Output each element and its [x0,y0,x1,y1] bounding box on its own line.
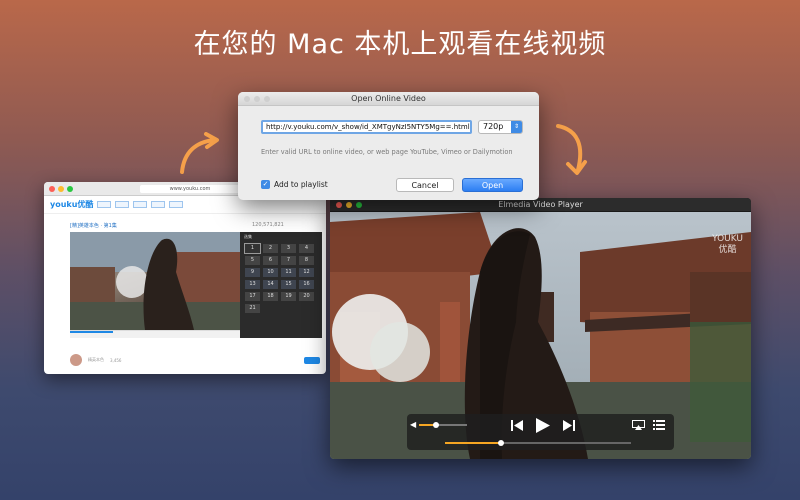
episode-cell[interactable]: 21 [245,304,260,313]
embedded-progress[interactable] [70,331,113,333]
minimize-button[interactable] [346,202,352,208]
headline: 在您的 Mac 本机上观看在线视频 [193,29,607,60]
episode-cell[interactable]: 4 [299,244,314,253]
view-count: 120,571,821 [252,222,284,228]
watermark-line2: 优酷 [718,245,737,255]
embedded-video[interactable] [70,232,240,330]
episode-cell[interactable]: 16 [299,280,314,289]
close-button[interactable] [336,202,342,208]
playback-hud: ◀ [407,414,674,450]
player-titlebar: Elmedia Video Player [330,198,751,212]
video-frame [70,232,240,330]
nav-tab[interactable] [115,201,130,208]
open-online-video-dialog: Open Online Video http://v.youku.com/v_s… [238,92,539,200]
watermark-line1: YOUKU [712,234,743,244]
address-bar[interactable]: www.youku.com [140,185,240,193]
quality-value: 720p [483,122,504,131]
dialog-titlebar: Open Online Video [238,92,539,106]
embedded-video-controls[interactable] [70,330,240,338]
add-to-playlist-label: Add to playlist [274,180,328,189]
episode-cell[interactable]: 19 [281,292,296,301]
episode-cell[interactable]: 10 [263,268,278,277]
cancel-button[interactable]: Cancel [396,178,454,192]
browser-window: www.youku.com youku优酷 [精]英雄本色 · 第1集 120,… [44,182,326,374]
episode-cell[interactable]: 1 [244,243,261,254]
episode-cell[interactable]: 11 [281,268,296,277]
fast-forward-icon[interactable] [563,420,575,431]
episode-cell[interactable]: 18 [263,292,278,301]
volume-icon[interactable]: ◀ [410,420,416,430]
seek-knob[interactable] [497,440,504,446]
volume-knob[interactable] [432,422,439,428]
episode-cell[interactable]: 15 [281,280,296,289]
playlist-icon[interactable] [653,420,665,430]
chevron-updown-icon: ⇕ [511,121,522,133]
episode-cell[interactable]: 3 [281,244,296,253]
follower-count: 3,456 [110,357,122,363]
zoom-button[interactable] [356,202,362,208]
episode-cell[interactable]: 5 [245,256,260,265]
nav-tab[interactable] [151,201,166,208]
open-button[interactable]: Open [462,178,523,192]
zoom-button[interactable] [264,96,270,102]
seek-fill [445,442,501,444]
episode-panel: 选集 1 2 3 4 5 6 7 8 9 10 11 12 13 14 15 16 17 18 19 20 21 [240,232,322,338]
avatar[interactable] [70,354,82,366]
curved-arrow-right-icon [556,124,587,175]
close-button[interactable] [244,96,250,102]
youku-watermark: YOUKU 优酷 [712,234,743,256]
checkmark-icon: ✓ [261,180,270,189]
play-icon[interactable] [536,418,550,433]
nav-tab[interactable] [133,201,148,208]
minimize-button[interactable] [254,96,260,102]
uploader-name[interactable]: 精英本色 [88,357,104,363]
nav-tab[interactable] [169,201,184,208]
episode-cell[interactable]: 14 [263,280,278,289]
nav-tab[interactable] [97,201,112,208]
episode-cell[interactable]: 6 [263,256,278,265]
episode-cell[interactable]: 2 [263,244,278,253]
quality-select[interactable]: 720p ⇕ [478,120,523,134]
site-logo[interactable]: youku优酷 [50,199,93,210]
episode-cell[interactable]: 17 [245,292,260,301]
episode-cell[interactable]: 13 [245,280,260,289]
url-input[interactable]: http://v.youku.com/v_show/id_XMTgyNzI5NT… [261,120,472,134]
url-hint: Enter valid URL to online video, or web … [261,148,513,156]
zoom-button[interactable] [67,185,73,192]
video-frame[interactable]: YOUKU 优酷 ◀ [330,212,751,459]
minimize-button[interactable] [58,185,64,192]
episode-cell[interactable]: 12 [299,268,314,277]
add-to-playlist-checkbox[interactable]: ✓ Add to playlist [261,180,328,189]
rewind-icon[interactable] [511,420,523,431]
subscribe-button[interactable] [304,356,320,364]
episode-cell[interactable]: 9 [245,268,260,277]
seek-bar[interactable] [445,440,631,446]
player-title: Elmedia Video Player [498,200,583,209]
volume-slider[interactable] [419,422,467,428]
dialog-title: Open Online Video [351,94,426,103]
close-button[interactable] [49,185,55,192]
episode-cell[interactable]: 7 [281,256,296,265]
episode-cell[interactable]: 20 [299,292,314,301]
elmedia-player-window: Elmedia Video Player YOUKU 优酷 ◀ [330,198,751,459]
curved-arrow-left-icon [180,132,219,174]
breadcrumb[interactable]: [精]英雄本色 · 第1集 [70,222,117,229]
episode-cell[interactable]: 8 [299,256,314,265]
uploader-row: 精英本色 3,456 [70,350,320,370]
episode-grid: 1 2 3 4 5 6 7 8 9 10 11 12 13 14 15 16 17 18 19 20 21 [244,243,314,313]
airplay-icon[interactable] [632,420,645,430]
episode-panel-label: 选集 [244,234,252,239]
